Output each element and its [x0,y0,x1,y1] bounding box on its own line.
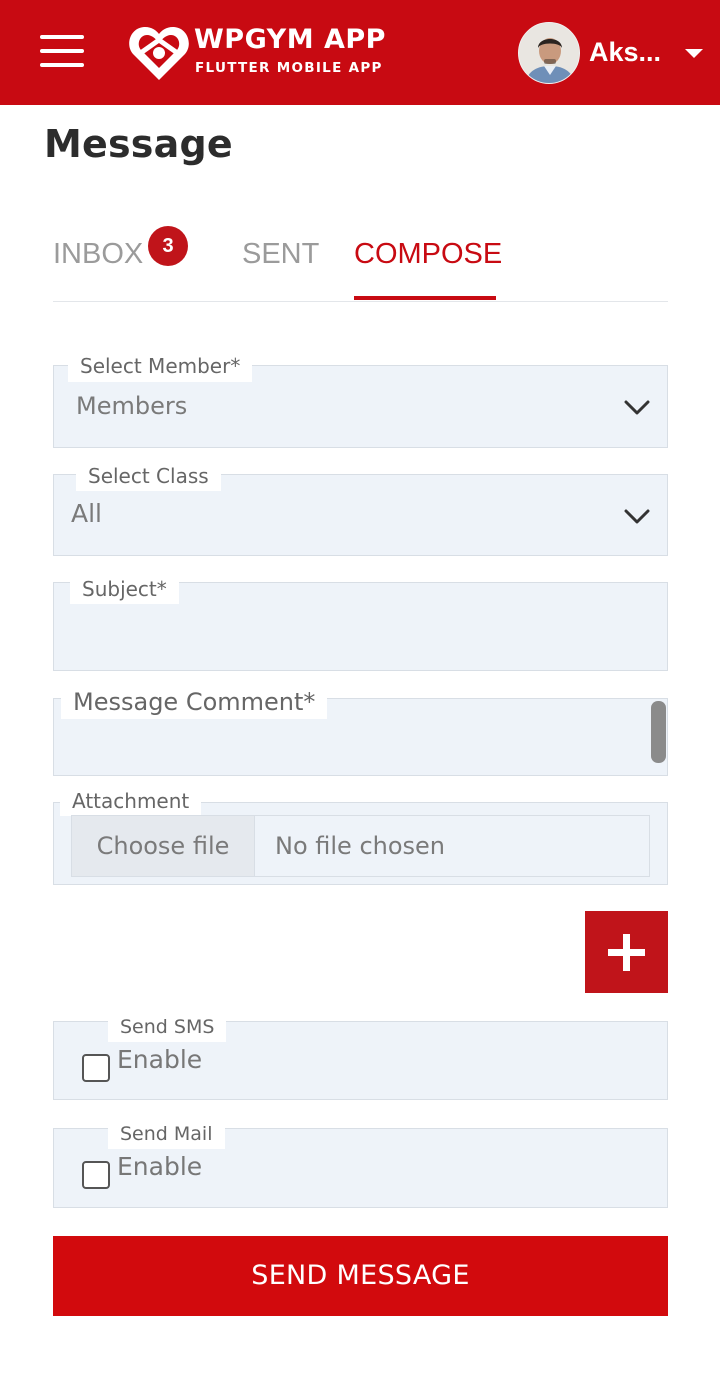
tab-compose[interactable]: COMPOSE [354,238,502,271]
attachment-field: Attachment Choose file No file chosen [53,786,668,885]
tab-inbox[interactable]: INBOX [53,238,143,271]
user-name[interactable]: Aks... [589,37,661,68]
active-tab-indicator [354,296,496,300]
app-logo: WPGYM APP FLUTTER MOBILE APP [128,20,398,84]
select-class-label: Select Class [76,461,221,491]
file-status-text: No file chosen [275,832,446,860]
attachment-label: Attachment [60,786,202,816]
heart-logo-icon [129,26,189,80]
tab-sent[interactable]: SENT [242,238,319,271]
send-sms-enable-label[interactable]: Enable [117,1045,202,1074]
tab-inbox-label[interactable]: INBOX [53,238,143,270]
add-attachment-button[interactable] [585,911,668,993]
send-mail-enable-label[interactable]: Enable [117,1152,202,1181]
send-message-button[interactable]: SEND MESSAGE [53,1236,668,1316]
send-sms-checkbox[interactable] [82,1054,110,1082]
avatar[interactable] [518,22,580,84]
send-sms-field: Send SMS Enable [53,1012,668,1100]
send-sms-label: Send SMS [108,1012,227,1042]
message-comment-label: Message Comment* [61,685,328,719]
message-comment-field[interactable]: Message Comment* [53,685,668,776]
send-mail-field: Send Mail Enable [53,1119,668,1208]
textarea-scrollbar[interactable] [651,701,666,763]
select-member-dropdown[interactable]: Select Member* Members [53,351,668,448]
chevron-down-icon[interactable] [623,508,651,526]
subject-label: Subject* [70,574,179,604]
chevron-down-icon[interactable] [623,399,651,417]
select-class-value[interactable]: All [71,499,102,528]
subject-field[interactable]: Subject* [53,574,668,671]
caret-down-icon[interactable] [685,49,703,58]
file-input[interactable]: Choose file No file chosen [71,815,650,877]
hamburger-menu-icon[interactable] [40,35,84,69]
send-mail-label: Send Mail [108,1119,225,1149]
user-menu[interactable]: Aks... [518,22,708,84]
select-member-value[interactable]: Members [76,392,187,420]
app-header: WPGYM APP FLUTTER MOBILE APP Aks... [0,0,720,105]
plus-icon [608,934,645,971]
select-member-label: Select Member* [68,351,253,382]
app-title: WPGYM APP [194,24,386,55]
send-mail-checkbox[interactable] [82,1161,110,1189]
message-tabs: INBOX 3 SENT COMPOSE [53,226,668,302]
page-title: Message [44,122,233,166]
select-class-dropdown[interactable]: Select Class All [53,461,668,556]
choose-file-button[interactable]: Choose file [72,816,255,876]
inbox-count-badge: 3 [148,226,188,266]
app-subtitle: FLUTTER MOBILE APP [195,60,383,76]
